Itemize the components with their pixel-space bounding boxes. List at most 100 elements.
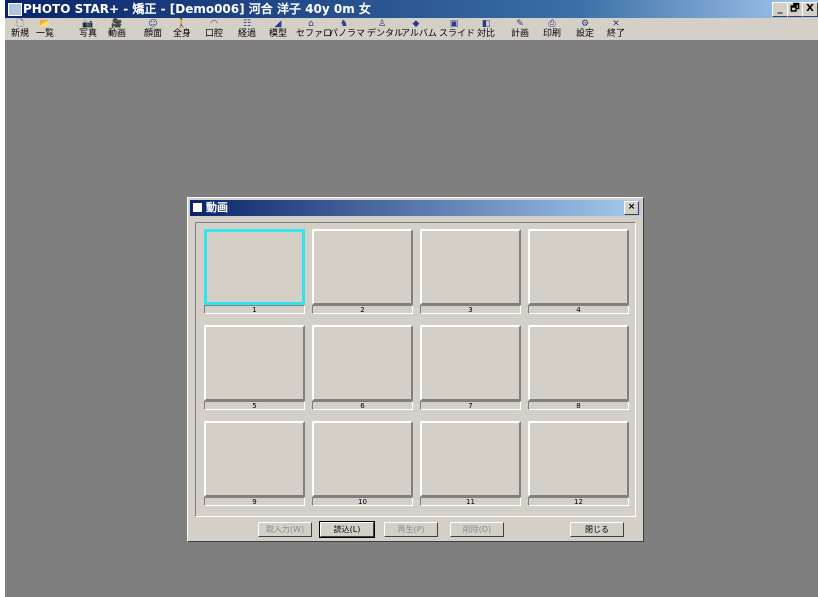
- video-thumbnail[interactable]: [528, 229, 629, 305]
- toolbar-label: 設定: [575, 29, 594, 39]
- plan-icon: ✎: [516, 19, 524, 29]
- slide-icon: ▣: [449, 19, 459, 29]
- video-thumbnail[interactable]: [204, 229, 305, 305]
- toolbar-label: 全身: [172, 29, 191, 39]
- toolbar-button-model[interactable]: ◢ 模型: [263, 19, 293, 40]
- video-thumbnail[interactable]: [312, 421, 413, 497]
- toolbar-label: デンタル: [367, 29, 404, 39]
- video-slot[interactable]: 6: [312, 325, 413, 411]
- video-slot[interactable]: 12: [528, 421, 629, 507]
- toolbar-button-slide[interactable]: ▣ スライド: [439, 19, 476, 40]
- album-icon: ◆: [412, 19, 420, 29]
- video-thumbnail[interactable]: [420, 325, 521, 401]
- video-thumbnail[interactable]: [528, 325, 629, 401]
- toolbar-button-exit[interactable]: ✕ 終了: [601, 19, 631, 40]
- video-thumbnail[interactable]: [312, 229, 413, 305]
- video-slot[interactable]: 2: [312, 229, 413, 315]
- toolbar-button-panorama[interactable]: ♞ パノラマ: [329, 19, 366, 40]
- dialog-title: 動画: [206, 201, 228, 214]
- video-slot[interactable]: 8: [528, 325, 629, 411]
- video-thumbnail[interactable]: [312, 325, 413, 401]
- toolbar-button-progress[interactable]: ☷ 経過: [232, 19, 262, 40]
- toolbar-label: 顔面: [143, 29, 162, 39]
- toolbar-button-print[interactable]: ⎙ 印刷: [537, 19, 567, 40]
- video-icon: 🎥: [111, 19, 123, 29]
- mouth-icon: ◠: [210, 19, 218, 29]
- app-icon: [8, 3, 22, 16]
- video-thumbnail[interactable]: [528, 421, 629, 497]
- toolbar-button-compare[interactable]: ◧ 対比: [471, 19, 501, 40]
- app-window: PHOTO STAR+ - 矯正 - [Demo006] 河合 洋子 40y 0…: [5, 0, 818, 597]
- model-icon: ◢: [274, 19, 282, 29]
- slot-number: 5: [204, 401, 305, 410]
- delete-button[interactable]: 削除(D): [450, 522, 504, 537]
- toolbar-label: 口腔: [204, 29, 223, 39]
- toolbar: 🗋 新規 📂 一覧 📷 写真 🎥 動画 ☺ 顔面 🚶 全身 ◠ 口腔 ☷ 経過 ◢ 模型 ⌂ セファロ ♞ パノラマ ♙ デン…: [5, 18, 818, 41]
- toolbar-label: 模型: [268, 29, 287, 39]
- dental-icon: ♙: [377, 19, 387, 29]
- video-slot[interactable]: 4: [528, 229, 629, 315]
- workspace: 動画 × 1 2 3 4 5 6 7 8 9 10 11 12 取入力(W) 読込(L) 再生(P) …: [5, 41, 818, 597]
- toolbar-label: スライド: [439, 29, 476, 39]
- slot-number: 11: [420, 497, 521, 506]
- ceph-icon: ⌂: [308, 19, 314, 29]
- toolbar-label: 対比: [476, 29, 495, 39]
- minimize-button[interactable]: _: [772, 2, 788, 17]
- exit-icon: ✕: [612, 19, 620, 29]
- toolbar-label: 動画: [107, 29, 126, 39]
- video-slot[interactable]: 9: [204, 421, 305, 507]
- slot-number: 2: [312, 305, 413, 314]
- video-slot-grid: 1 2 3 4 5 6 7 8 9 10 11 12: [195, 222, 636, 517]
- toolbar-button-open[interactable]: 📂 一覧: [30, 19, 60, 40]
- toolbar-label: 終了: [606, 29, 625, 39]
- settings-icon: ⚙: [580, 19, 590, 29]
- toolbar-button-body[interactable]: 🚶 全身: [167, 19, 197, 40]
- face-icon: ☺: [148, 19, 158, 29]
- load-button[interactable]: 読込(L): [319, 521, 375, 538]
- toolbar-label: 経過: [237, 29, 256, 39]
- capture-button[interactable]: 取入力(W): [258, 522, 312, 537]
- restore-button[interactable]: 🗗: [787, 2, 803, 17]
- panorama-icon: ♞: [339, 19, 349, 29]
- video-thumbnail[interactable]: [420, 229, 521, 305]
- title-bar[interactable]: PHOTO STAR+ - 矯正 - [Demo006] 河合 洋子 40y 0…: [5, 0, 818, 18]
- toolbar-button-dental[interactable]: ♙ デンタル: [367, 19, 404, 40]
- slot-number: 10: [312, 497, 413, 506]
- print-icon: ⎙: [548, 19, 556, 29]
- body-icon: 🚶: [176, 19, 188, 29]
- toolbar-button-settings[interactable]: ⚙ 設定: [570, 19, 600, 40]
- toolbar-label: セファロ: [296, 29, 333, 39]
- close-button[interactable]: X: [802, 2, 818, 17]
- dialog-close-button[interactable]: ×: [624, 201, 639, 215]
- toolbar-button-face[interactable]: ☺ 顔面: [138, 19, 168, 40]
- photo-icon: 📷: [82, 19, 94, 29]
- toolbar-label: パノラマ: [329, 29, 366, 39]
- video-slot[interactable]: 11: [420, 421, 521, 507]
- toolbar-button-ceph[interactable]: ⌂ セファロ: [296, 19, 333, 40]
- slot-number: 4: [528, 305, 629, 314]
- toolbar-button-video[interactable]: 🎥 動画: [102, 19, 132, 40]
- video-thumbnail[interactable]: [204, 325, 305, 401]
- open-icon: 📂: [39, 19, 51, 29]
- toolbar-label: 一覧: [35, 29, 54, 39]
- toolbar-label: 印刷: [542, 29, 561, 39]
- video-slot[interactable]: 7: [420, 325, 521, 411]
- toolbar-button-mouth[interactable]: ◠ 口腔: [199, 19, 229, 40]
- window-title: PHOTO STAR+ - 矯正 - [Demo006] 河合 洋子 40y 0…: [23, 2, 371, 16]
- slot-number: 1: [204, 305, 305, 314]
- video-slot[interactable]: 3: [420, 229, 521, 315]
- video-thumbnail[interactable]: [204, 421, 305, 497]
- video-dialog: 動画 × 1 2 3 4 5 6 7 8 9 10 11 12 取入力(W) 読込(L) 再生(P) …: [187, 197, 644, 542]
- toolbar-button-plan[interactable]: ✎ 計画: [505, 19, 535, 40]
- video-slot[interactable]: 10: [312, 421, 413, 507]
- video-slot[interactable]: 1: [204, 229, 305, 315]
- video-thumbnail[interactable]: [420, 421, 521, 497]
- toolbar-button-photo[interactable]: 📷 写真: [73, 19, 103, 40]
- toolbar-button-album[interactable]: ◆ アルバム: [401, 19, 437, 40]
- play-button[interactable]: 再生(P): [384, 522, 438, 537]
- video-slot[interactable]: 5: [204, 325, 305, 411]
- toolbar-label: アルバム: [401, 29, 437, 39]
- slot-number: 7: [420, 401, 521, 410]
- dialog-title-bar[interactable]: 動画 ×: [190, 200, 641, 216]
- close-dialog-button[interactable]: 閉じる: [570, 522, 624, 537]
